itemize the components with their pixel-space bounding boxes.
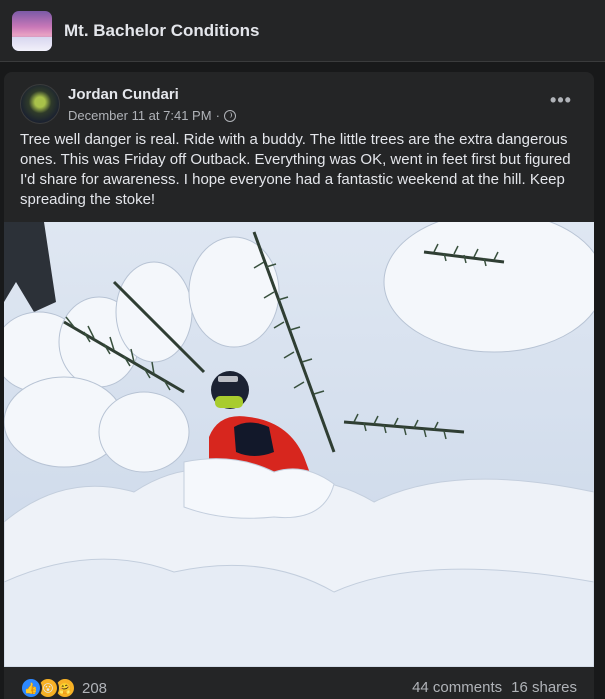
engagement-counts: 44 comments 16 shares [412,679,577,696]
more-options-button[interactable]: ••• [548,90,574,110]
shares-link[interactable]: 16 shares [511,679,577,696]
more-options-icon: ••• [550,89,572,110]
author-avatar[interactable] [20,84,60,124]
post-meta: December 11 at 7:41 PM · [68,108,236,123]
author-name[interactable]: Jordan Cundari [68,86,179,103]
post-photo[interactable] [4,222,594,667]
reaction-count: 208 [82,679,108,697]
group-header: Mt. Bachelor Conditions [0,0,605,62]
reactions-summary[interactable]: 👍 😮 🤗 208 [20,677,107,699]
comments-link[interactable]: 44 comments [412,679,502,696]
post-footer: 👍 😮 🤗 208 44 comments 16 shares [4,675,594,699]
post-timestamp[interactable]: December 11 at 7:41 PM [68,108,212,123]
group-title[interactable]: Mt. Bachelor Conditions [64,21,260,41]
meta-separator: · [215,108,220,123]
globe-icon [223,109,236,122]
like-icon: 👍 [20,677,42,699]
group-cover-thumbnail[interactable] [12,10,52,51]
post-text: Tree well danger is real. Ride with a bu… [20,131,571,208]
post-card: Jordan Cundari December 11 at 7:41 PM · … [4,72,594,699]
